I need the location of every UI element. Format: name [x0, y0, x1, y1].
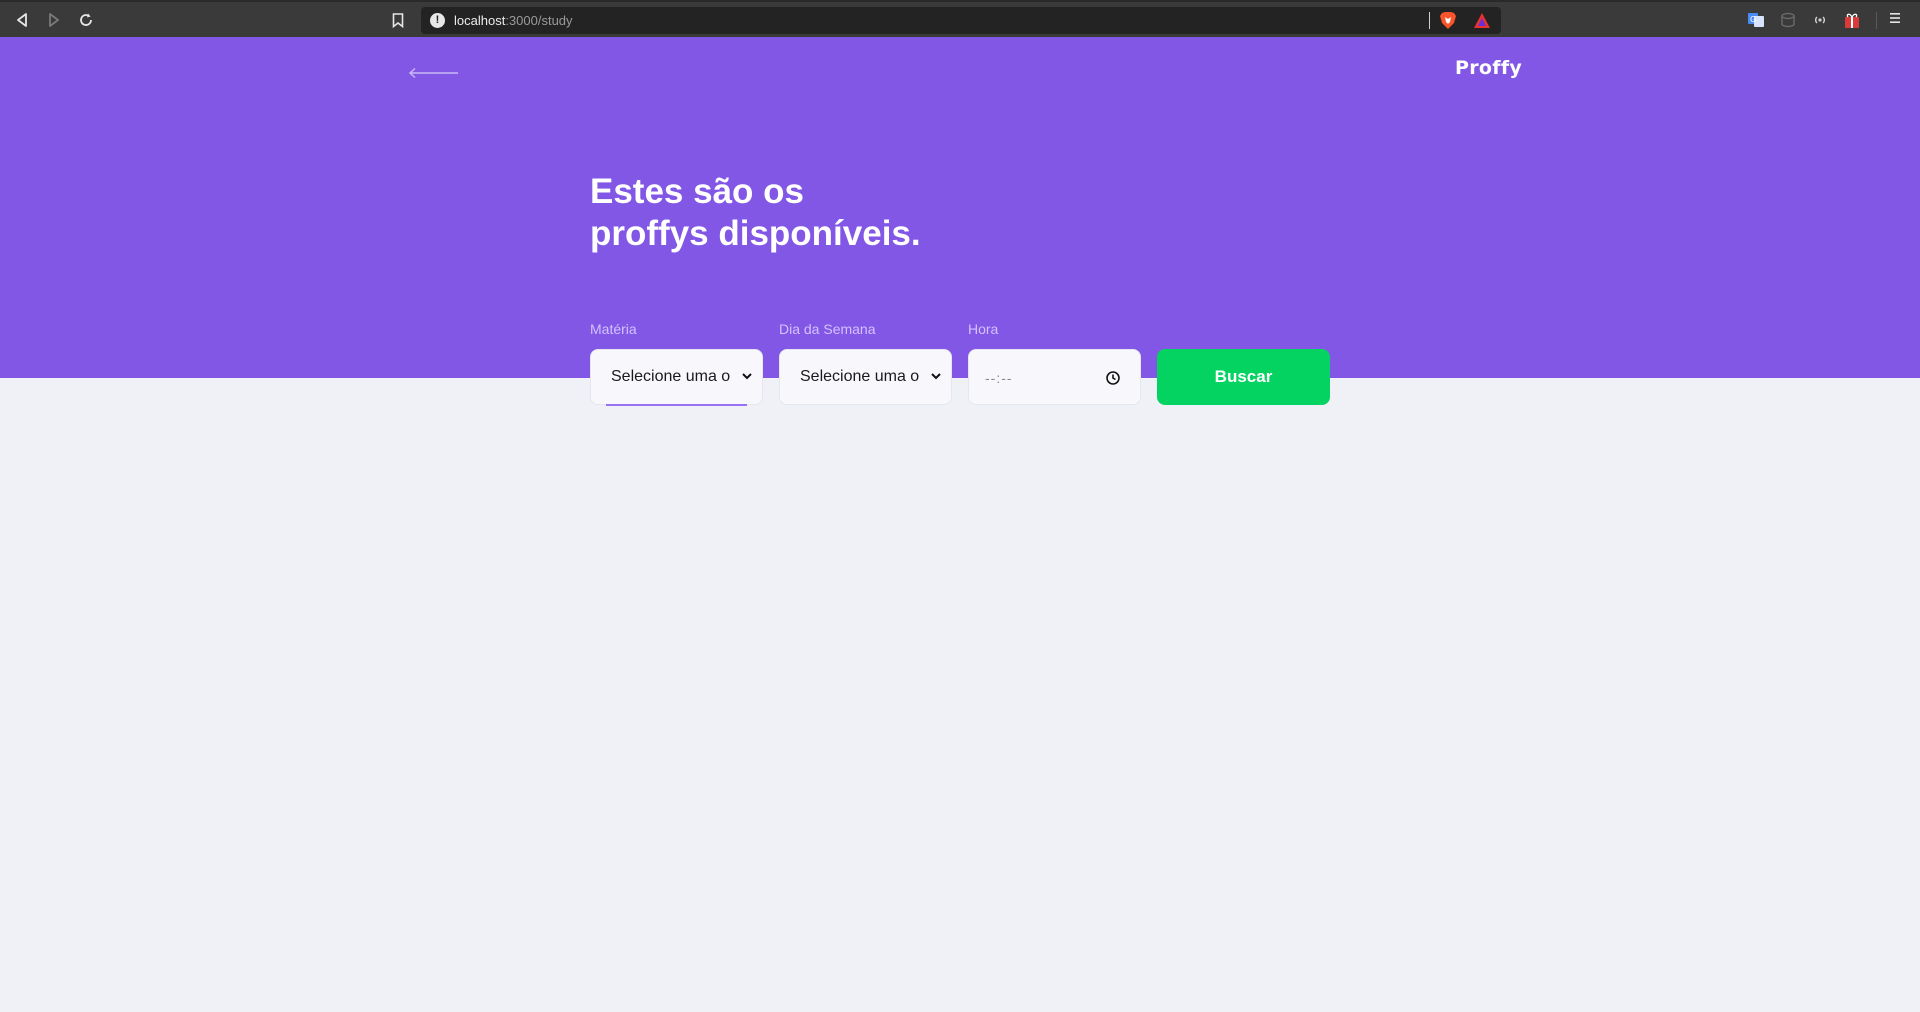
chevron-down-icon	[931, 373, 941, 380]
bookmark-button[interactable]	[387, 9, 409, 31]
page-title: Estes são os proffys disponíveis.	[590, 171, 1110, 255]
address-bar-divider	[1429, 12, 1430, 29]
back-link[interactable]	[408, 63, 460, 83]
reload-button[interactable]	[74, 9, 98, 31]
svg-text:G: G	[1750, 15, 1756, 24]
brave-shields-icon[interactable]	[1439, 11, 1457, 35]
brave-rewards-icon[interactable]	[1473, 12, 1491, 34]
forward-button[interactable]	[42, 9, 66, 31]
hamburger-icon	[1890, 13, 1900, 23]
translate-extension-icon[interactable]: G	[1747, 11, 1765, 34]
page-header: Proffy Estes são os proffys disponíveis.	[0, 37, 1920, 378]
subject-focus-indicator	[606, 404, 747, 406]
time-label: Hora	[968, 321, 999, 337]
weekday-label: Dia da Semana	[779, 321, 876, 337]
chevron-down-icon	[742, 373, 752, 380]
subject-label: Matéria	[590, 321, 637, 337]
page-title-line-1: Estes são os	[590, 172, 804, 211]
page-body: Proffy Estes são os proffys disponíveis.…	[0, 37, 1920, 1012]
site-info-icon[interactable]: !	[430, 13, 445, 28]
bookmark-icon	[392, 12, 404, 28]
address-bar[interactable]: ! localhost:3000/study	[421, 7, 1501, 34]
url-path: :3000/study	[505, 13, 573, 28]
url-text[interactable]: localhost:3000/study	[454, 13, 573, 28]
arrow-left-icon	[408, 67, 458, 79]
search-button[interactable]: Buscar	[1157, 349, 1330, 405]
weekday-select[interactable]: Selecione uma o	[779, 349, 952, 405]
time-input[interactable]: --:--	[968, 349, 1141, 405]
brand-logo: Proffy	[1455, 57, 1523, 79]
page-title-line-2: proffys disponíveis.	[590, 214, 921, 253]
toolbar-divider	[1876, 12, 1877, 29]
browser-toolbar: ! localhost:3000/study G	[0, 0, 1920, 37]
reload-icon	[80, 13, 92, 26]
weekday-select-value: Selecione uma o	[800, 368, 920, 385]
gift-extension-icon[interactable]	[1843, 11, 1861, 34]
back-button[interactable]	[10, 9, 34, 31]
broadcast-extension-icon[interactable]	[1811, 11, 1829, 34]
triangle-left-icon	[17, 13, 27, 27]
time-input-placeholder: --:--	[985, 370, 1013, 386]
triangle-right-icon	[49, 13, 59, 27]
stack-extension-icon[interactable]	[1779, 11, 1797, 34]
subject-select-value: Selecione uma o	[611, 368, 731, 385]
url-host: localhost	[454, 13, 506, 28]
clock-icon	[1106, 371, 1120, 385]
browser-menu-button[interactable]	[1888, 11, 1902, 30]
subject-select[interactable]: Selecione uma o	[590, 349, 763, 405]
